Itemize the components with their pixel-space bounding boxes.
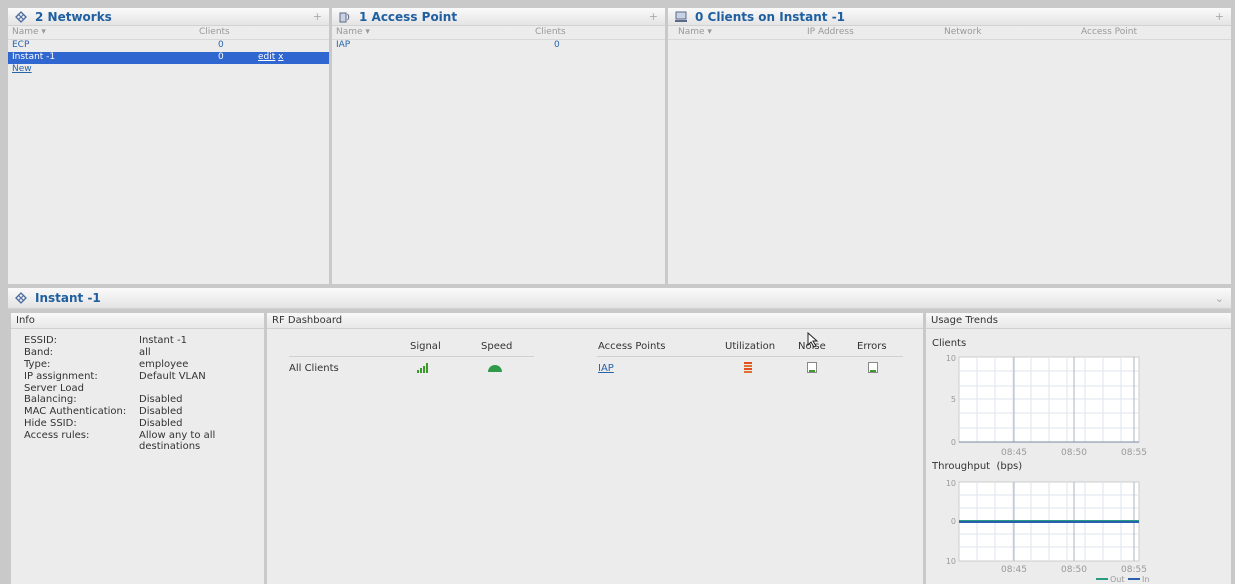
noise-icon	[807, 362, 817, 373]
clients-chart-title: Clients	[932, 338, 967, 349]
access-points-title: 1 Access Point	[359, 9, 458, 24]
errors-icon	[868, 362, 878, 373]
network-row-ecp[interactable]: ECP 0	[8, 40, 329, 52]
networks-column-header: Name ▾ Clients	[8, 26, 329, 40]
computer-icon	[675, 11, 687, 22]
clients-y-tick: 10	[946, 354, 956, 363]
column-name[interactable]: Name ▾	[336, 27, 370, 37]
edit-network-link[interactable]: edit	[258, 52, 275, 62]
rf-divider-left	[289, 356, 534, 357]
new-network-link[interactable]: New	[12, 64, 32, 74]
detail-panel-header: Instant -1 ⌄	[8, 288, 1231, 309]
info-type: Type: employee	[24, 359, 189, 370]
mouse-cursor-icon	[807, 332, 819, 348]
access-point-row-iap[interactable]: IAP 0	[332, 40, 665, 52]
info-hide-ssid: Hide SSID: Disabled	[24, 418, 183, 429]
network-icon	[15, 292, 27, 304]
access-point-clients: 0	[554, 40, 560, 50]
info-header: Info	[11, 313, 264, 329]
column-speed: Speed	[481, 341, 513, 352]
column-errors: Errors	[857, 341, 887, 352]
networks-title: 2 Networks	[35, 9, 112, 24]
clients-chart: 10 5 0 08:45 08:50 08:55	[946, 354, 1147, 458]
access-point-icon	[339, 12, 350, 22]
column-access-points: Access Points	[598, 341, 666, 352]
rf-column-header: Signal Speed Access Points Utilization N…	[267, 341, 923, 353]
info-ip-assignment: IP assignment: Default VLAN	[24, 371, 206, 382]
column-utilization: Utilization	[725, 341, 776, 352]
info-server-load-balancing: Server Load Balancing: Disabled	[24, 383, 183, 405]
network-name: ECP	[12, 40, 30, 50]
info-fields: ESSID: Instant -1 Band: all Type: employee …	[24, 335, 234, 453]
add-network-icon[interactable]: +	[313, 10, 322, 23]
network-clients: 0	[218, 40, 224, 50]
rf-divider-right	[597, 356, 903, 357]
access-point-name: IAP	[336, 40, 351, 50]
signal-icon	[417, 363, 428, 373]
clients-x-tick: 08:45	[1001, 448, 1027, 458]
info-panel: Info ESSID: Instant -1 Band: all Type: empl…	[11, 313, 264, 584]
throughput-y-tick: 10	[946, 479, 956, 488]
legend-in: In	[1142, 575, 1149, 584]
clients-x-tick: 08:50	[1061, 448, 1087, 458]
usage-trends-panel: Usage Trends Clients 10 5 0 08:45 08:50 …	[926, 313, 1231, 584]
access-points-panel: 1 Access Point + Name ▾ Clients IAP 0	[332, 8, 665, 284]
detail-panel: Instant -1 ⌄ Info ESSID: Instant -1 Band:…	[8, 288, 1231, 584]
network-clients: 0	[218, 52, 224, 62]
network-icon	[15, 10, 27, 23]
all-clients-label: All Clients	[289, 363, 339, 374]
throughput-x-tick: 08:45	[1001, 565, 1027, 575]
info-band: Band: all	[24, 347, 151, 358]
column-name[interactable]: Name ▾	[12, 27, 46, 37]
clients-y-tick: 5	[951, 395, 956, 404]
access-points-column-header: Name ▾ Clients	[332, 26, 665, 40]
column-ip-address[interactable]: IP Address	[807, 27, 854, 37]
network-name: Instant -1	[12, 52, 56, 62]
throughput-x-tick: 08:50	[1061, 565, 1087, 575]
speed-gauge-icon	[488, 365, 502, 372]
detail-title: Instant -1	[35, 291, 101, 305]
networks-panel: 2 Networks + Name ▾ Clients ECP 0 Instan…	[8, 8, 329, 284]
throughput-y-tick: 0	[951, 517, 956, 526]
info-mac-authentication: MAC Authentication: Disabled	[24, 406, 183, 417]
usage-trends-header: Usage Trends	[926, 313, 1231, 329]
column-access-point[interactable]: Access Point	[1081, 27, 1137, 37]
access-point-link[interactable]: IAP	[598, 363, 614, 374]
throughput-y-tick: 10	[946, 557, 956, 566]
clients-x-tick: 08:55	[1121, 448, 1147, 458]
access-points-panel-header: 1 Access Point +	[332, 8, 665, 26]
networks-panel-header: 2 Networks +	[8, 8, 329, 26]
add-client-icon[interactable]: +	[1215, 10, 1224, 23]
throughput-chart: 10 0 10 08:45 08:50 08:55 Out In	[946, 479, 1150, 584]
add-access-point-icon[interactable]: +	[649, 10, 658, 23]
delete-network-link[interactable]: x	[278, 52, 283, 62]
new-network-row: New	[8, 64, 329, 76]
throughput-x-tick: 08:55	[1121, 565, 1147, 575]
clients-panel: 0 Clients on Instant -1 + Name ▾ IP Addr…	[668, 8, 1231, 284]
clients-column-header: Name ▾ IP Address Network Access Point	[668, 26, 1231, 40]
legend-out: Out	[1110, 575, 1125, 584]
rf-dashboard-panel: RF Dashboard Signal Speed Access Points …	[267, 313, 923, 584]
column-clients[interactable]: Clients	[535, 27, 566, 37]
clients-title: 0 Clients on Instant -1	[695, 9, 846, 24]
rf-dashboard-header: RF Dashboard	[267, 313, 923, 329]
column-signal: Signal	[410, 341, 441, 352]
column-name[interactable]: Name ▾	[678, 27, 712, 37]
clients-y-tick: 0	[951, 438, 956, 447]
column-clients[interactable]: Clients	[199, 27, 230, 37]
collapse-icon[interactable]: ⌄	[1215, 292, 1224, 305]
network-row-instant[interactable]: Instant -1 0 edit x	[8, 52, 329, 64]
clients-panel-header: 0 Clients on Instant -1 +	[668, 8, 1231, 26]
throughput-chart-title: Throughput (bps)	[932, 461, 1023, 472]
info-access-rules: Access rules: Allow any to all destinatio…	[24, 430, 216, 452]
info-essid: ESSID: Instant -1	[24, 335, 187, 346]
utilization-icon	[744, 362, 752, 373]
column-network[interactable]: Network	[944, 27, 982, 37]
